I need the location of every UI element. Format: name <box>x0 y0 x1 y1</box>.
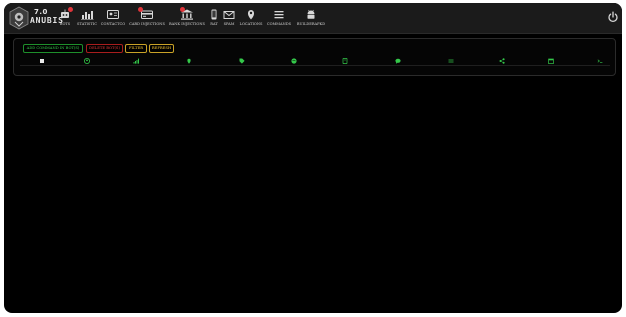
col-user[interactable] <box>84 58 90 64</box>
col-exchange[interactable] <box>448 58 454 64</box>
nav-commands[interactable]: COMMANDS <box>266 7 292 31</box>
anubis-logo-icon <box>9 6 29 30</box>
col-date[interactable] <box>548 58 554 64</box>
add-command-button[interactable]: ADD COMMAND IN BOT(S) <box>23 44 83 53</box>
nav-bank-injections[interactable]: BANK INJECTIONS <box>168 7 206 31</box>
app-window: 7.0 ANUBIS BOTS STATISTIC CONTACTCO CARD… <box>4 3 622 313</box>
exchange-icon <box>448 59 454 63</box>
nav-card-injections-badge <box>138 7 143 12</box>
nav-bots-label: BOTS <box>59 22 71 26</box>
globe-icon <box>291 58 297 64</box>
col-tag[interactable] <box>239 58 245 64</box>
nav-contacts[interactable]: CONTACTCO <box>101 7 125 31</box>
nav-locations-label: LOCATIONS <box>239 22 263 26</box>
col-signal[interactable] <box>133 58 139 64</box>
nav-rat-label: RAT <box>210 22 218 26</box>
refresh-button[interactable]: REFRESH <box>149 44 174 53</box>
table-header-row <box>20 56 610 66</box>
nav-spam-label: SPAM <box>223 22 235 26</box>
nav-card-injections[interactable]: CARD INJECTIONS <box>129 7 165 31</box>
mobile-icon <box>342 58 348 64</box>
col-terminal[interactable] <box>597 58 603 64</box>
phone-icon <box>211 9 217 20</box>
nav-locations[interactable]: LOCATIONS <box>239 7 263 31</box>
nav-bank-injections-badge <box>180 7 185 12</box>
delete-bots-button[interactable]: DELETE BOT(S) <box>86 44 123 53</box>
nav-commands-label: COMMANDS <box>266 22 292 26</box>
top-navbar: 7.0 ANUBIS BOTS STATISTIC CONTACTCO CARD… <box>4 3 622 34</box>
nav-rat[interactable]: RAT <box>209 7 219 31</box>
tag-icon <box>239 58 245 64</box>
nav-builder[interactable]: BUILDERAPKD <box>296 7 326 31</box>
nav-statistic-label: STATISTIC <box>77 22 97 26</box>
android-icon <box>307 9 315 19</box>
col-location[interactable] <box>186 58 192 64</box>
signal-icon <box>133 58 139 64</box>
nav-bots[interactable]: BOTS <box>58 7 73 31</box>
bar-chart-icon <box>81 11 94 20</box>
filter-button[interactable]: FILTER <box>125 44 147 53</box>
nav-spam[interactable]: SPAM <box>222 7 236 31</box>
nav-card-injections-label: CARD INJECTIONS <box>129 22 165 26</box>
col-share[interactable] <box>499 58 505 64</box>
chat-icon <box>395 58 401 64</box>
map-marker-icon <box>187 58 191 64</box>
nav-bots-badge <box>68 7 73 12</box>
list-icon <box>274 11 284 19</box>
terminal-icon <box>597 59 603 63</box>
col-sms[interactable] <box>395 58 401 64</box>
map-pin-icon <box>248 10 254 20</box>
contact-card-icon <box>107 10 119 19</box>
share-icon <box>499 58 505 64</box>
user-circle-icon <box>84 58 90 64</box>
nav-bank-injections-label: BANK INJECTIONS <box>169 22 205 26</box>
bots-panel: ADD COMMAND IN BOT(S) DELETE BOT(S) FILT… <box>13 38 616 76</box>
col-device[interactable] <box>342 58 348 64</box>
nav-builder-label: BUILDERAPKD <box>296 22 326 26</box>
calendar-icon <box>548 58 554 64</box>
power-icon[interactable] <box>607 11 619 23</box>
nav-contacts-label: CONTACTCO <box>100 22 126 26</box>
nav-statistic[interactable]: STATISTIC <box>77 7 97 31</box>
envelope-icon <box>223 11 235 19</box>
select-all-checkbox[interactable] <box>40 59 44 63</box>
col-country[interactable] <box>291 58 297 64</box>
